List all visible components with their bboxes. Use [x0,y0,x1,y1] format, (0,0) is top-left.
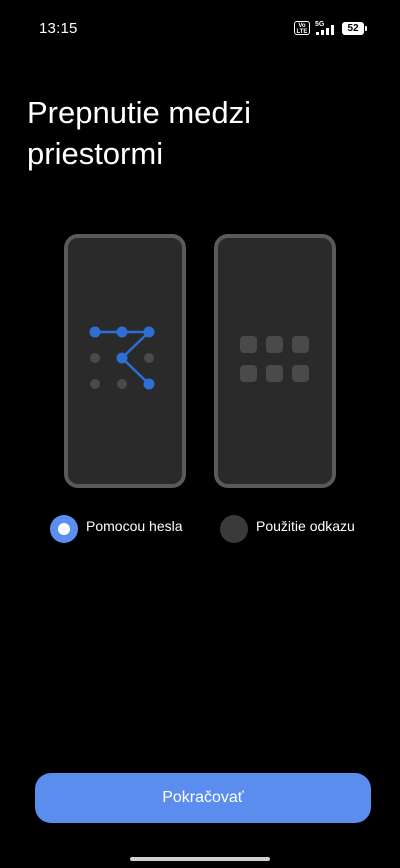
home-indicator[interactable] [130,857,270,861]
status-bar: 13:15 Vo LTE 5G 52 [0,0,400,56]
option-password-label: Pomocou hesla [86,518,183,534]
status-icons: Vo LTE 5G 52 [294,18,367,38]
network-type-label: 5G [315,21,325,28]
app-grid-icon [240,336,309,382]
phone-illustration-password [64,234,186,488]
radio-unselected[interactable] [220,515,248,543]
option-password[interactable]: Pomocou hesla [50,515,183,543]
option-shortcut-label: Použitie odkazu [256,518,355,534]
volte-icon: Vo LTE [294,21,310,35]
phone-illustration-shortcut [214,234,336,488]
continue-button[interactable]: Pokračovať [35,773,371,823]
status-time: 13:15 [39,20,78,37]
page-title: Prepnutie medzi priestormi [27,95,252,171]
radio-selected[interactable] [50,515,78,543]
signal-5g-icon: 5G [315,21,334,35]
option-shortcut[interactable]: Použitie odkazu [220,515,355,543]
battery-icon: 52 [342,21,367,35]
pattern-lock-icon [89,326,155,390]
